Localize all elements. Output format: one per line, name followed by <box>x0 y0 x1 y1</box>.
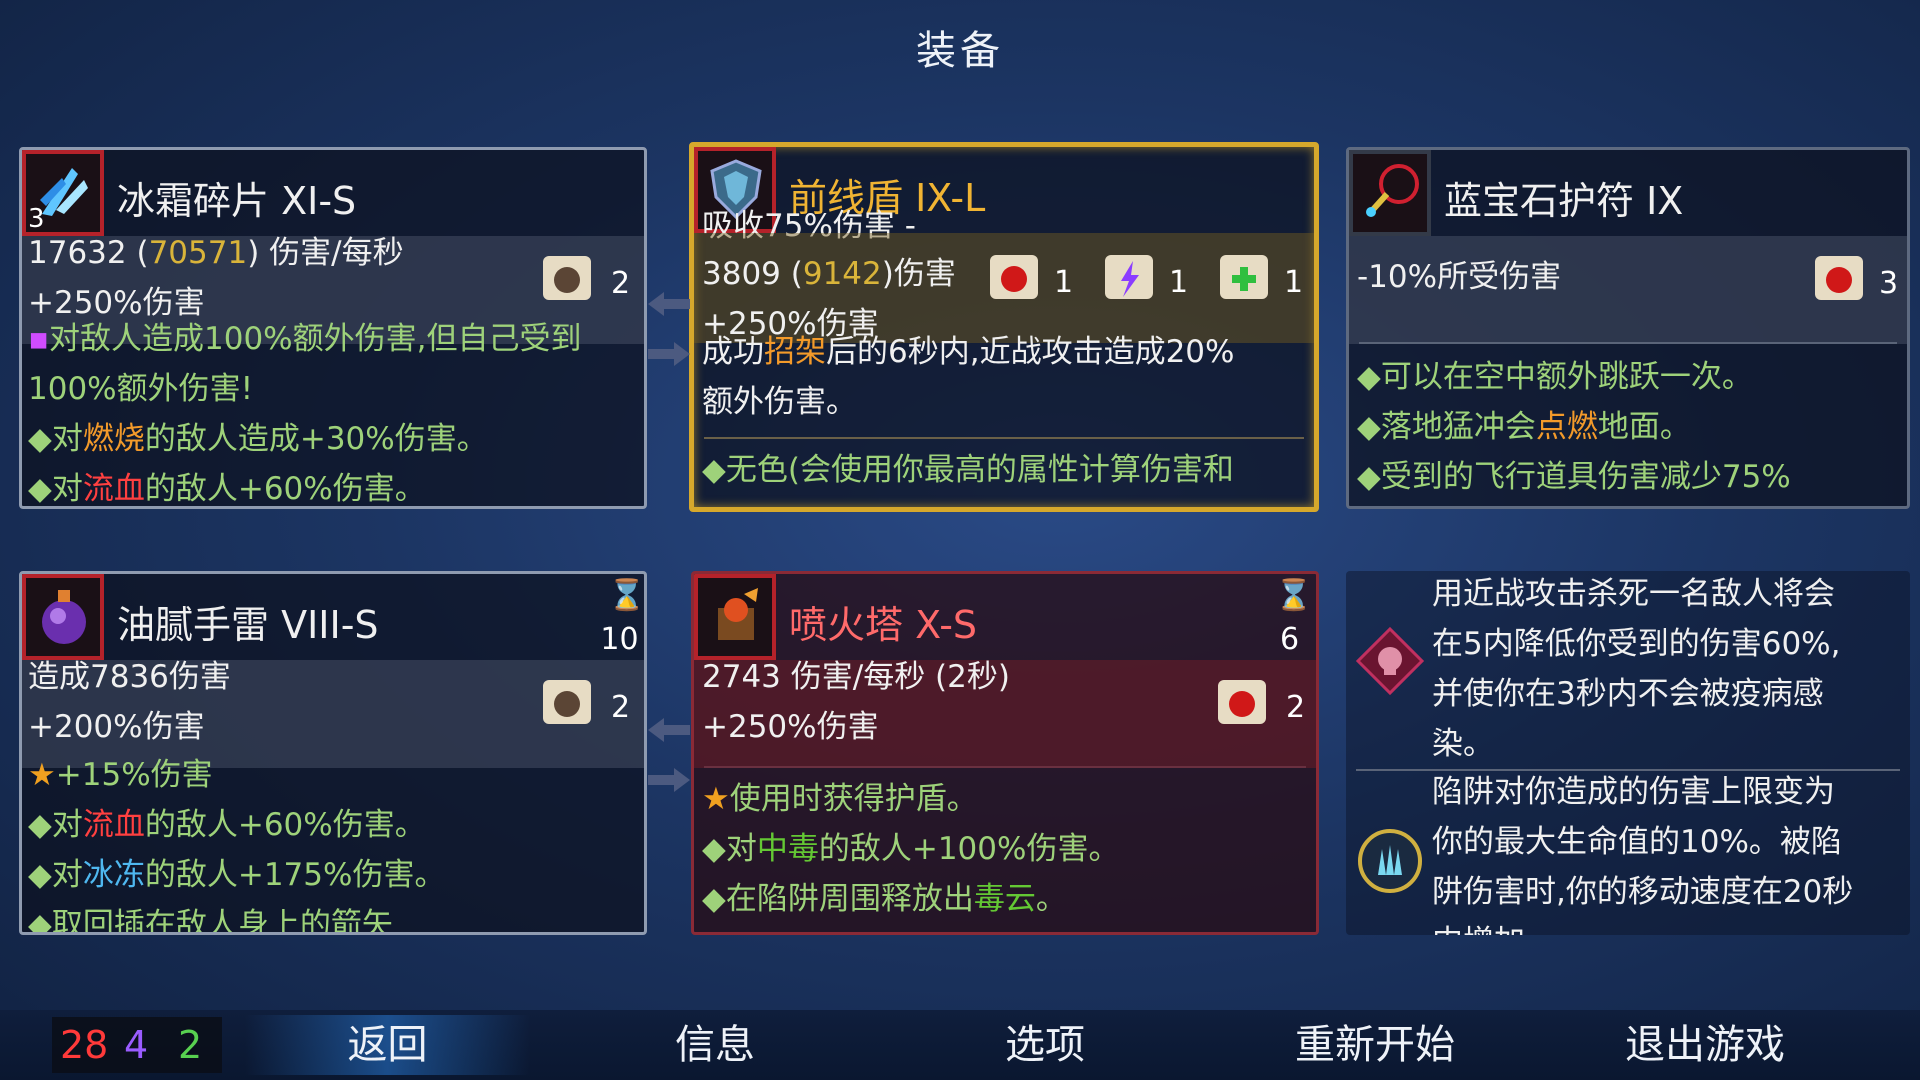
effect-line: ◆在陷阱周围释放出毒云。 <box>702 881 1067 917</box>
scroll-count: 2 <box>611 266 631 301</box>
effect-line: ◆对燃烧的敌人造成+30%伤害。 <box>28 421 488 457</box>
item-name: 蓝宝石护符 IX <box>1444 179 1684 223</box>
star-icon: ★ <box>28 757 56 793</box>
item-name: 冰霜碎片 XI-S <box>117 179 357 223</box>
item-card-sapphire-amulet[interactable]: 蓝宝石护符 IX -10%所受伤害 3 ◆可以在空中额外跳跃一次。 ◆落地猛冲会… <box>1346 147 1910 509</box>
brutality-scroll-icon: 2 <box>1212 672 1305 732</box>
dps-stat: 2743 伤害/每秒 (2秒) <box>702 659 1010 695</box>
divider <box>1359 342 1897 344</box>
effect-line: ◆受到的飞行道具伤害减少75% <box>1357 459 1791 495</box>
hourglass-icon: ⌛ <box>1275 578 1313 613</box>
arrow-left-icon[interactable] <box>648 292 690 316</box>
star-icon: ★ <box>702 781 730 817</box>
quit-game-button[interactable]: 退出游戏 <box>1575 1015 1835 1075</box>
star-affix: ★+15%伤害 <box>28 757 213 793</box>
cooldown-timer: 6 <box>1279 622 1300 657</box>
effect-line: ◆对流血的敌人+60%伤害。 <box>28 807 426 843</box>
scroll-count: 2 <box>611 690 631 725</box>
mutation-text: 并使你在3秒内不会被疫病感 <box>1432 676 1824 712</box>
scroll-count: 1 <box>1284 265 1304 300</box>
hourglass-icon: ⌛ <box>608 578 646 613</box>
scroll-count: 2 <box>1286 690 1306 725</box>
mutation-text: 在5内降低你受到的伤害60%, <box>1432 626 1841 662</box>
item-name: 喷火塔 X-S <box>789 603 978 647</box>
tactics-scroll-icon: 1 <box>1099 247 1188 307</box>
arrow-right-icon[interactable] <box>648 342 690 366</box>
effect-line: 100%额外伤害! <box>28 371 254 407</box>
dps-stat: 17632 (70571) 伤害/每秒 <box>28 235 404 271</box>
effect-line: ◆无色(会使用你最高的属性计算伤害和 <box>702 452 1234 488</box>
cooldown-timer: 10 <box>600 622 639 657</box>
damage-stat: 3809 (9142)伤害 <box>702 256 956 292</box>
effect-line: ◆对流血的敌人+60%伤害。 <box>28 471 426 507</box>
effect-line: 成功招架后的6秒内,近战攻击造成20% <box>702 334 1235 370</box>
effect-line: ◆可以在空中额外跳跃一次。 <box>1357 359 1753 395</box>
item-card-front-line-shield[interactable]: 前线盾 IX-L 吸收75%伤害 - 3809 (9142)伤害 1 1 1 +… <box>689 142 1319 512</box>
restart-button[interactable]: 重新开始 <box>1245 1015 1505 1075</box>
item-card-flamethrower-turret[interactable]: 喷火塔 X-S ⌛ 6 2743 伤害/每秒 (2秒) +250%伤害 2 ★使… <box>691 571 1319 935</box>
mutation-text: 染。 <box>1432 726 1494 762</box>
grenade-icon <box>22 574 104 660</box>
brutality-scroll-icon: 2 <box>537 672 630 732</box>
back-button[interactable]: 返回 <box>245 1015 530 1075</box>
mutation-skull-icon[interactable] <box>1355 626 1425 696</box>
scroll-count: 1 <box>1169 265 1189 300</box>
mutation-text: 陷阱对你造成的伤害上限变为 <box>1432 774 1835 810</box>
scroll-count: 3 <box>1879 266 1899 301</box>
star-affix: ★使用时获得护盾。 <box>702 781 978 817</box>
info-button[interactable]: 信息 <box>590 1015 840 1075</box>
scroll-count: 1 <box>1054 265 1074 300</box>
item-name: 油腻手雷 VIII-S <box>117 603 379 647</box>
damage-bonus: +250%伤害 <box>28 285 205 321</box>
divider <box>704 437 1304 439</box>
mutation-text: 用近战攻击杀死一名敌人将会 <box>1432 576 1835 612</box>
effect-line: ◆对冰冻的敌人+175%伤害。 <box>28 857 446 893</box>
brutality-scroll-icon: 2 <box>537 248 630 308</box>
effect-line: ▪对敌人造成100%额外伤害,但自己受到 <box>28 321 582 357</box>
amulet-icon <box>1349 150 1431 236</box>
survival-scroll-icon: 1 <box>1214 247 1303 307</box>
brutality-scroll-icon: 1 <box>984 247 1073 307</box>
divider <box>1356 769 1900 771</box>
ice-shards-icon: 3 <box>22 150 104 236</box>
item-level: 3 <box>28 204 45 234</box>
options-button[interactable]: 选项 <box>920 1015 1170 1075</box>
effect-line: ◆取回插在敌人身上的箭矢 <box>28 907 393 935</box>
brutality-scroll-icon: 3 <box>1809 248 1898 308</box>
arrow-right-icon[interactable] <box>648 768 690 792</box>
scroll-counts: 28 4 2 <box>52 1017 222 1073</box>
damage-stat: 造成7836伤害 <box>28 659 231 695</box>
damage-bonus: +200%伤害 <box>28 709 205 745</box>
brutality-count: 28 <box>60 1023 109 1067</box>
mutation-text: 内增加 <box>1432 927 1525 936</box>
arrow-left-icon[interactable] <box>648 718 690 742</box>
effect-line: ◆对中毒的敌人+100%伤害。 <box>702 831 1120 867</box>
damage-bonus: +250%伤害 <box>702 709 879 745</box>
item-card-oil-grenade[interactable]: 油腻手雷 VIII-S ⌛ 10 造成7836伤害 +200%伤害 2 ★+15… <box>19 571 647 935</box>
divider <box>704 766 1306 768</box>
item-card-ice-shards[interactable]: 3 冰霜碎片 XI-S 17632 (70571) 伤害/每秒 +250%伤害 … <box>19 147 647 509</box>
effect-line: 额外伤害。 <box>702 384 857 420</box>
mutation-trap-icon[interactable] <box>1356 827 1424 895</box>
mutation-text: 你的最大生命值的10%。被陷 <box>1432 824 1842 860</box>
mutation-text: 阱伤害时,你的移动速度在20秒 <box>1432 874 1854 910</box>
survival-count: 2 <box>178 1023 203 1067</box>
tactics-count: 4 <box>124 1023 149 1067</box>
page-title: 装备 <box>916 28 1004 74</box>
mutations-panel: 用近战攻击杀死一名敌人将会 在5内降低你受到的伤害60%, 并使你在3秒内不会被… <box>1346 571 1910 935</box>
damage-reduction-stat: -10%所受伤害 <box>1357 259 1562 295</box>
turret-icon <box>694 574 776 660</box>
effect-line: ◆落地猛冲会点燃地面。 <box>1357 409 1691 445</box>
